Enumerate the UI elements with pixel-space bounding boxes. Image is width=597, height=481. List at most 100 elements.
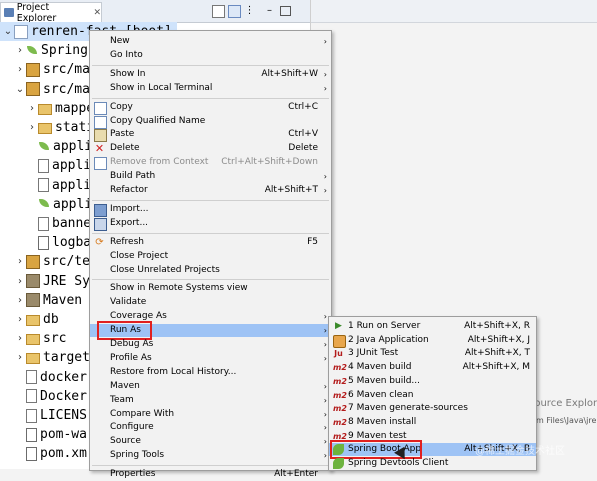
menu-item-close-unrelated-projects[interactable]: Close Unrelated Projects — [90, 264, 331, 277]
menu-item-shortcut: Delete — [288, 143, 318, 154]
menu-item-label: 7 Maven generate-sources — [348, 403, 468, 414]
menu-item-maven[interactable]: Maven › — [90, 380, 331, 393]
menu-item-shortcut: Alt+Shift+X, T — [464, 348, 530, 359]
menu-item-compare-with[interactable]: Compare With › — [90, 408, 331, 421]
package-folder-icon — [26, 254, 40, 269]
collapse-all-icon[interactable] — [212, 5, 225, 18]
menu-item-6-maven-clean[interactable]: m2 6 Maven clean — [329, 389, 536, 402]
menu-item-show-in-local-terminal[interactable]: Show in Local Terminal › — [90, 82, 331, 95]
expand-arrow-icon[interactable]: › — [14, 45, 26, 56]
menu-item-spring-devtools-client[interactable]: Spring Devtools Client — [329, 457, 536, 470]
expand-arrow-icon[interactable]: › — [14, 64, 26, 75]
xml-file-icon — [26, 446, 37, 461]
menu-item-delete[interactable]: ✕ Delete Delete — [90, 142, 331, 155]
menu-item-label: Restore from Local History... — [110, 366, 237, 377]
package-folder-icon — [26, 62, 40, 77]
chevron-right-icon: › — [323, 172, 327, 182]
expand-arrow-icon[interactable]: › — [14, 314, 26, 325]
menu-item-build-path[interactable]: Build Path › — [90, 170, 331, 183]
menu-item-refresh[interactable]: ⟳ Refresh F5 — [90, 236, 331, 249]
menu-item-validate[interactable]: Validate — [90, 296, 331, 309]
menu-item-properties[interactable]: Properties Alt+Enter — [90, 468, 331, 481]
menu-item-source[interactable]: Source › — [90, 435, 331, 448]
menu-item-import[interactable]: Import... — [90, 203, 331, 217]
refresh-icon: ⟳ — [95, 236, 104, 248]
menu-item-7-maven-generate-sources[interactable]: m2 7 Maven generate-sources — [329, 402, 536, 415]
menu-separator — [92, 199, 329, 201]
tree-item-label: appli — [52, 158, 92, 174]
spring-boot-icon — [333, 458, 344, 469]
library-icon — [26, 274, 40, 289]
tree-item-label: logba — [52, 235, 92, 251]
tree-item-label: target — [43, 350, 90, 366]
menu-item-2-java-application[interactable]: 2 Java Application Alt+Shift+X, J — [329, 334, 536, 348]
expand-arrow-icon[interactable]: ⌄ — [2, 26, 14, 37]
chevron-right-icon: › — [323, 423, 327, 433]
menu-item-shortcut: Alt+Shift+X, M — [462, 362, 530, 373]
menu-item-profile-as[interactable]: Profile As › — [90, 352, 331, 365]
copy-icon — [94, 101, 107, 115]
view-menu-icon[interactable]: ⋮ — [244, 5, 255, 16]
expand-arrow-icon[interactable]: › — [26, 103, 38, 114]
menu-item-5-maven-build[interactable]: m2 5 Maven build... — [329, 375, 536, 388]
tree-item-label: src/ma — [43, 81, 90, 97]
menu-item-configure[interactable]: Configure › — [90, 421, 331, 434]
menu-item-1-run-on-server[interactable]: ▶ 1 Run on Server Alt+Shift+X, R — [329, 320, 536, 333]
source-explorer-tab[interactable]: Source Explore — [528, 398, 597, 412]
file-icon — [38, 158, 49, 173]
menu-item-shortcut: Alt+Shift+W — [261, 68, 318, 79]
menu-item-paste[interactable]: Paste Ctrl+V — [90, 128, 331, 143]
maven-icon: m2 — [333, 390, 347, 400]
menu-item-label: Properties — [110, 469, 156, 480]
menu-item-3-junit-test[interactable]: Ju 3 JUnit Test Alt+Shift+X, T — [329, 347, 536, 360]
menu-item-4-maven-build[interactable]: m2 4 Maven build Alt+Shift+X, M — [329, 361, 536, 374]
menu-item-team[interactable]: Team › — [90, 394, 331, 407]
file-icon — [38, 178, 49, 193]
chevron-right-icon: › — [323, 69, 327, 79]
expand-arrow-icon[interactable]: ⌄ — [14, 84, 26, 95]
spring-leaf-icon — [38, 199, 50, 209]
maximize-icon[interactable] — [280, 6, 291, 16]
folder-icon — [26, 315, 40, 326]
menu-item-close-project[interactable]: Close Project — [90, 250, 331, 263]
project-explorer-tab[interactable]: Project Explorer ✕ — [0, 2, 102, 24]
expand-arrow-icon[interactable]: › — [14, 352, 26, 363]
package-folder-icon — [26, 82, 40, 97]
menu-item-new[interactable]: New › — [90, 35, 331, 48]
chevron-right-icon: › — [323, 186, 327, 195]
maven-icon: m2 — [333, 376, 347, 386]
tree-item-label: appli — [53, 196, 93, 212]
menu-item-show-in[interactable]: Show In Alt+Shift+W › — [90, 68, 331, 81]
menu-item-go-into[interactable]: Go Into — [90, 49, 331, 62]
menu-item-copy[interactable]: Copy Ctrl+C — [90, 101, 331, 115]
close-icon[interactable]: ✕ — [93, 8, 101, 18]
menu-item-spring-tools[interactable]: Spring Tools › — [90, 449, 331, 462]
link-with-editor-icon[interactable] — [228, 5, 241, 18]
menu-item-show-in-remote-systems-view[interactable]: Show in Remote Systems view — [90, 282, 331, 295]
expand-arrow-icon[interactable]: › — [26, 122, 38, 133]
project-explorer-tab-bar: Project Explorer ✕ ⋮ – — [0, 0, 310, 24]
expand-arrow-icon[interactable]: › — [14, 333, 26, 344]
folder-icon — [26, 353, 40, 365]
menu-item-8-maven-install[interactable]: m2 8 Maven install — [329, 416, 536, 429]
menu-item-label: Close Project — [110, 250, 169, 261]
tree-item-label: pom.xm — [40, 446, 87, 462]
menu-item-restore-from-local-history[interactable]: Restore from Local History... — [90, 366, 331, 379]
expand-arrow-icon[interactable]: › — [14, 295, 26, 306]
menu-separator — [92, 232, 329, 234]
menu-item-shortcut: Alt+Shift+X, J — [467, 334, 530, 345]
folder-icon — [38, 123, 52, 134]
minimize-icon[interactable]: – — [264, 5, 275, 16]
menu-item-refactor[interactable]: Refactor Alt+Shift+T › — [90, 184, 331, 197]
menu-item-label: Remove from Context — [110, 157, 209, 168]
tree-item-label: pom-wa — [40, 427, 87, 443]
menu-item-debug-as[interactable]: Debug As › — [90, 338, 331, 351]
menu-item-export[interactable]: Export... — [90, 217, 331, 231]
maven-icon: m2 — [333, 417, 347, 427]
menu-item-label: New — [110, 36, 130, 46]
menu-item-copy-qualified-name[interactable]: Copy Qualified Name — [90, 115, 331, 129]
expand-arrow-icon[interactable]: › — [14, 256, 26, 267]
menu-separator — [92, 64, 329, 66]
chevron-right-icon: › — [323, 395, 327, 405]
expand-arrow-icon[interactable]: › — [14, 276, 26, 287]
